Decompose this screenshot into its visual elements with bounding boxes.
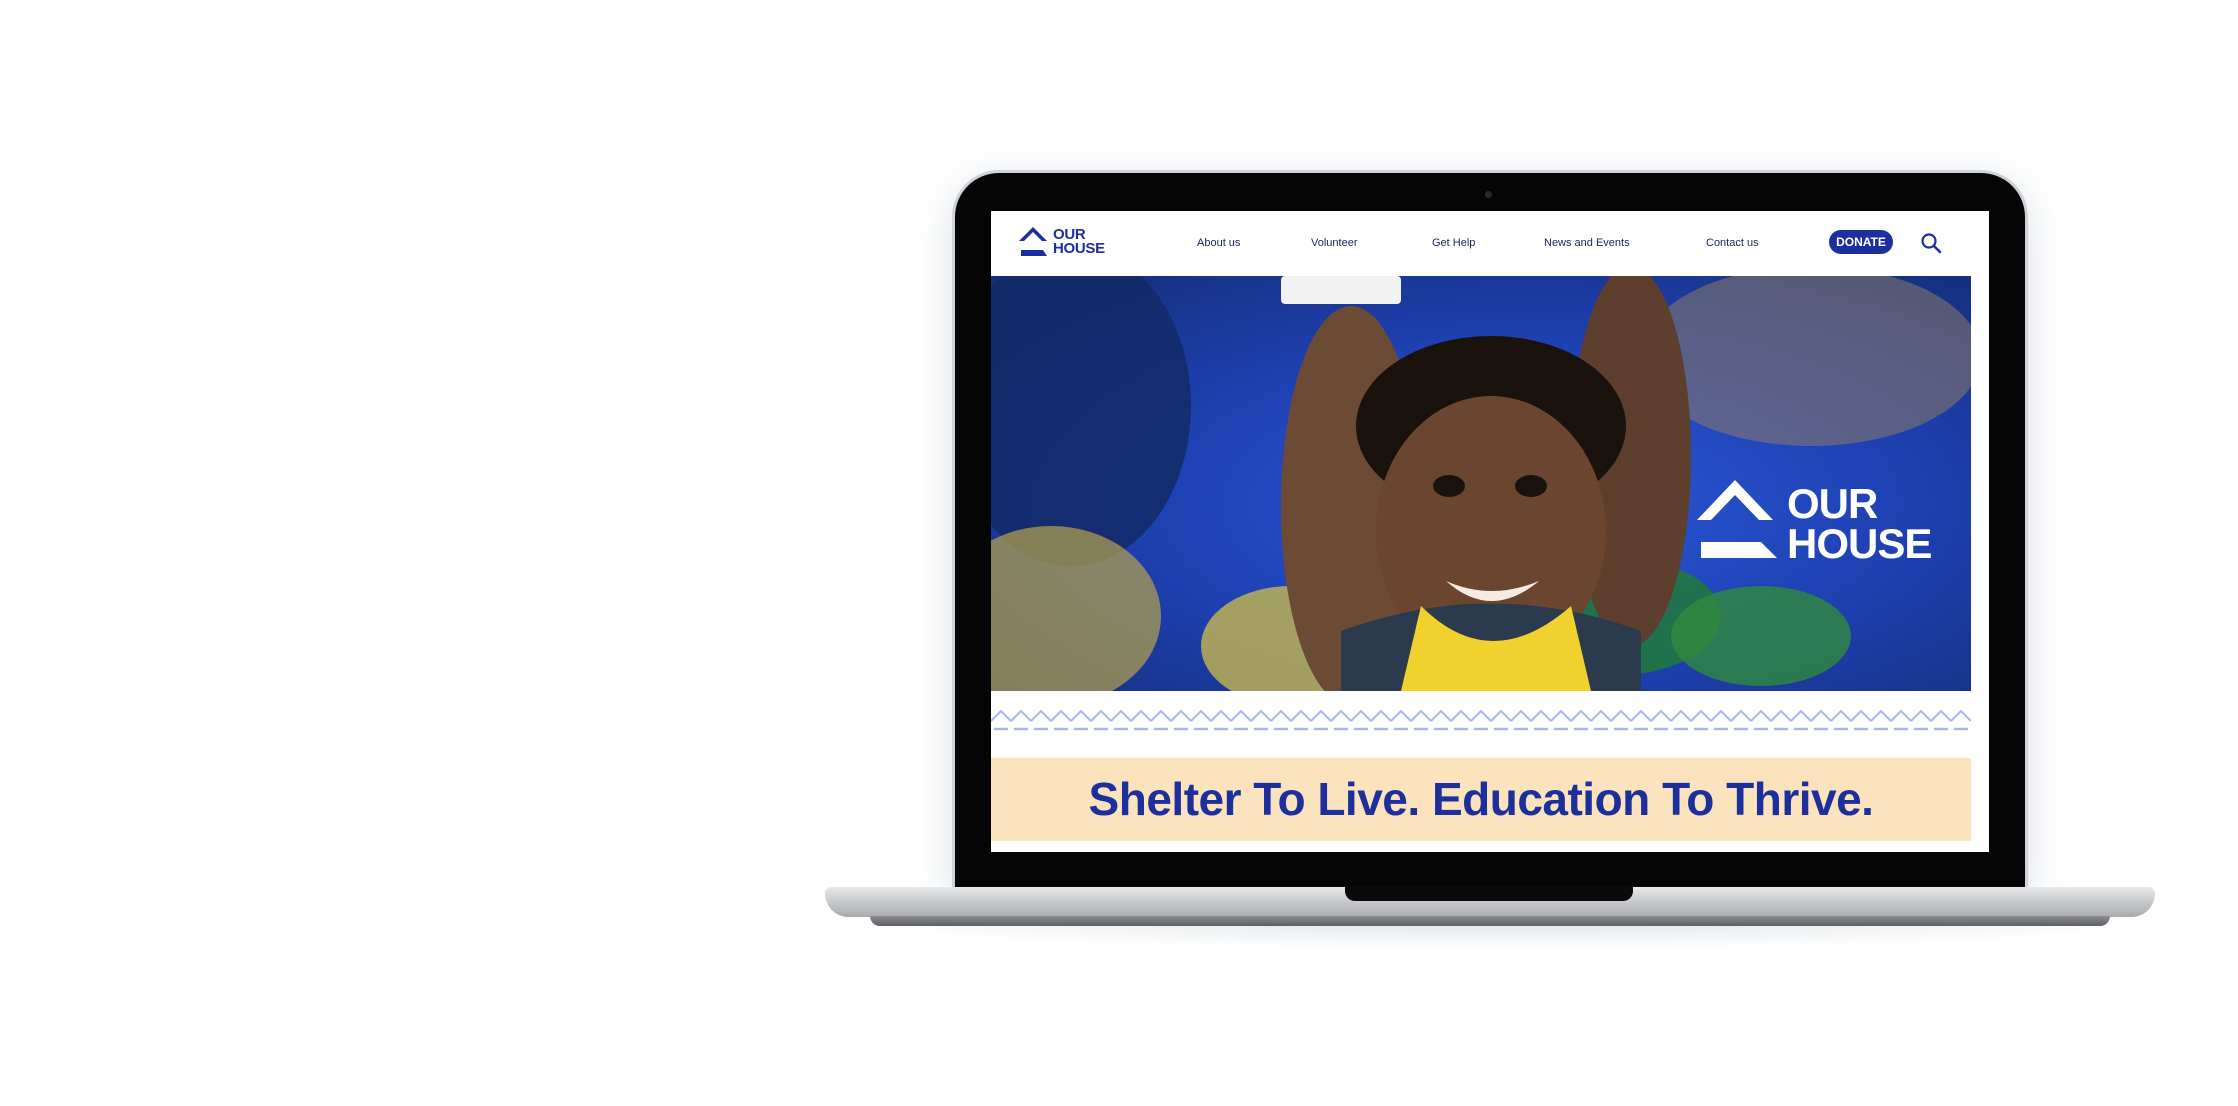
hero-logo-line-2: HOUSE xyxy=(1787,520,1932,567)
nav-get-help[interactable]: Get Help xyxy=(1432,237,1475,249)
laptop-notch xyxy=(1345,887,1633,901)
nav-news-and-events[interactable]: News and Events xyxy=(1544,237,1630,249)
hero-logo-text: OUR HOUSE xyxy=(1787,480,1932,567)
camera-icon xyxy=(1485,191,1492,198)
hero-logo-line-1: OUR xyxy=(1787,480,1878,527)
search-icon xyxy=(1921,233,1942,254)
tagline-text: Shelter To Live. Education To Thrive. xyxy=(1088,773,1874,825)
house-logo-icon xyxy=(1019,227,1047,256)
tagline-banner: Shelter To Live. Education To Thrive. xyxy=(991,758,1971,841)
decorative-pattern xyxy=(991,707,1971,737)
search-button[interactable] xyxy=(1920,232,1942,254)
hero-logo: OUR HOUSE xyxy=(1697,472,1957,572)
hero-image: OUR HOUSE xyxy=(991,276,1971,691)
laptop-screen: OUR HOUSE About us Volunteer Get Help Ne… xyxy=(991,211,1989,852)
site-header: OUR HOUSE About us Volunteer Get Help Ne… xyxy=(991,211,1989,276)
laptop-lid: OUR HOUSE About us Volunteer Get Help Ne… xyxy=(955,173,2025,888)
laptop-base-lip xyxy=(870,916,2110,926)
logo-line-2: HOUSE xyxy=(1053,240,1105,257)
house-logo-icon xyxy=(1697,480,1777,558)
nav-contact-us[interactable]: Contact us xyxy=(1706,237,1759,249)
nav-volunteer[interactable]: Volunteer xyxy=(1311,237,1357,249)
nav-about-us[interactable]: About us xyxy=(1197,237,1240,249)
logo-text: OUR HOUSE xyxy=(1053,227,1105,257)
site-logo[interactable]: OUR HOUSE xyxy=(1017,225,1117,261)
donate-button[interactable]: DONATE xyxy=(1829,230,1893,254)
